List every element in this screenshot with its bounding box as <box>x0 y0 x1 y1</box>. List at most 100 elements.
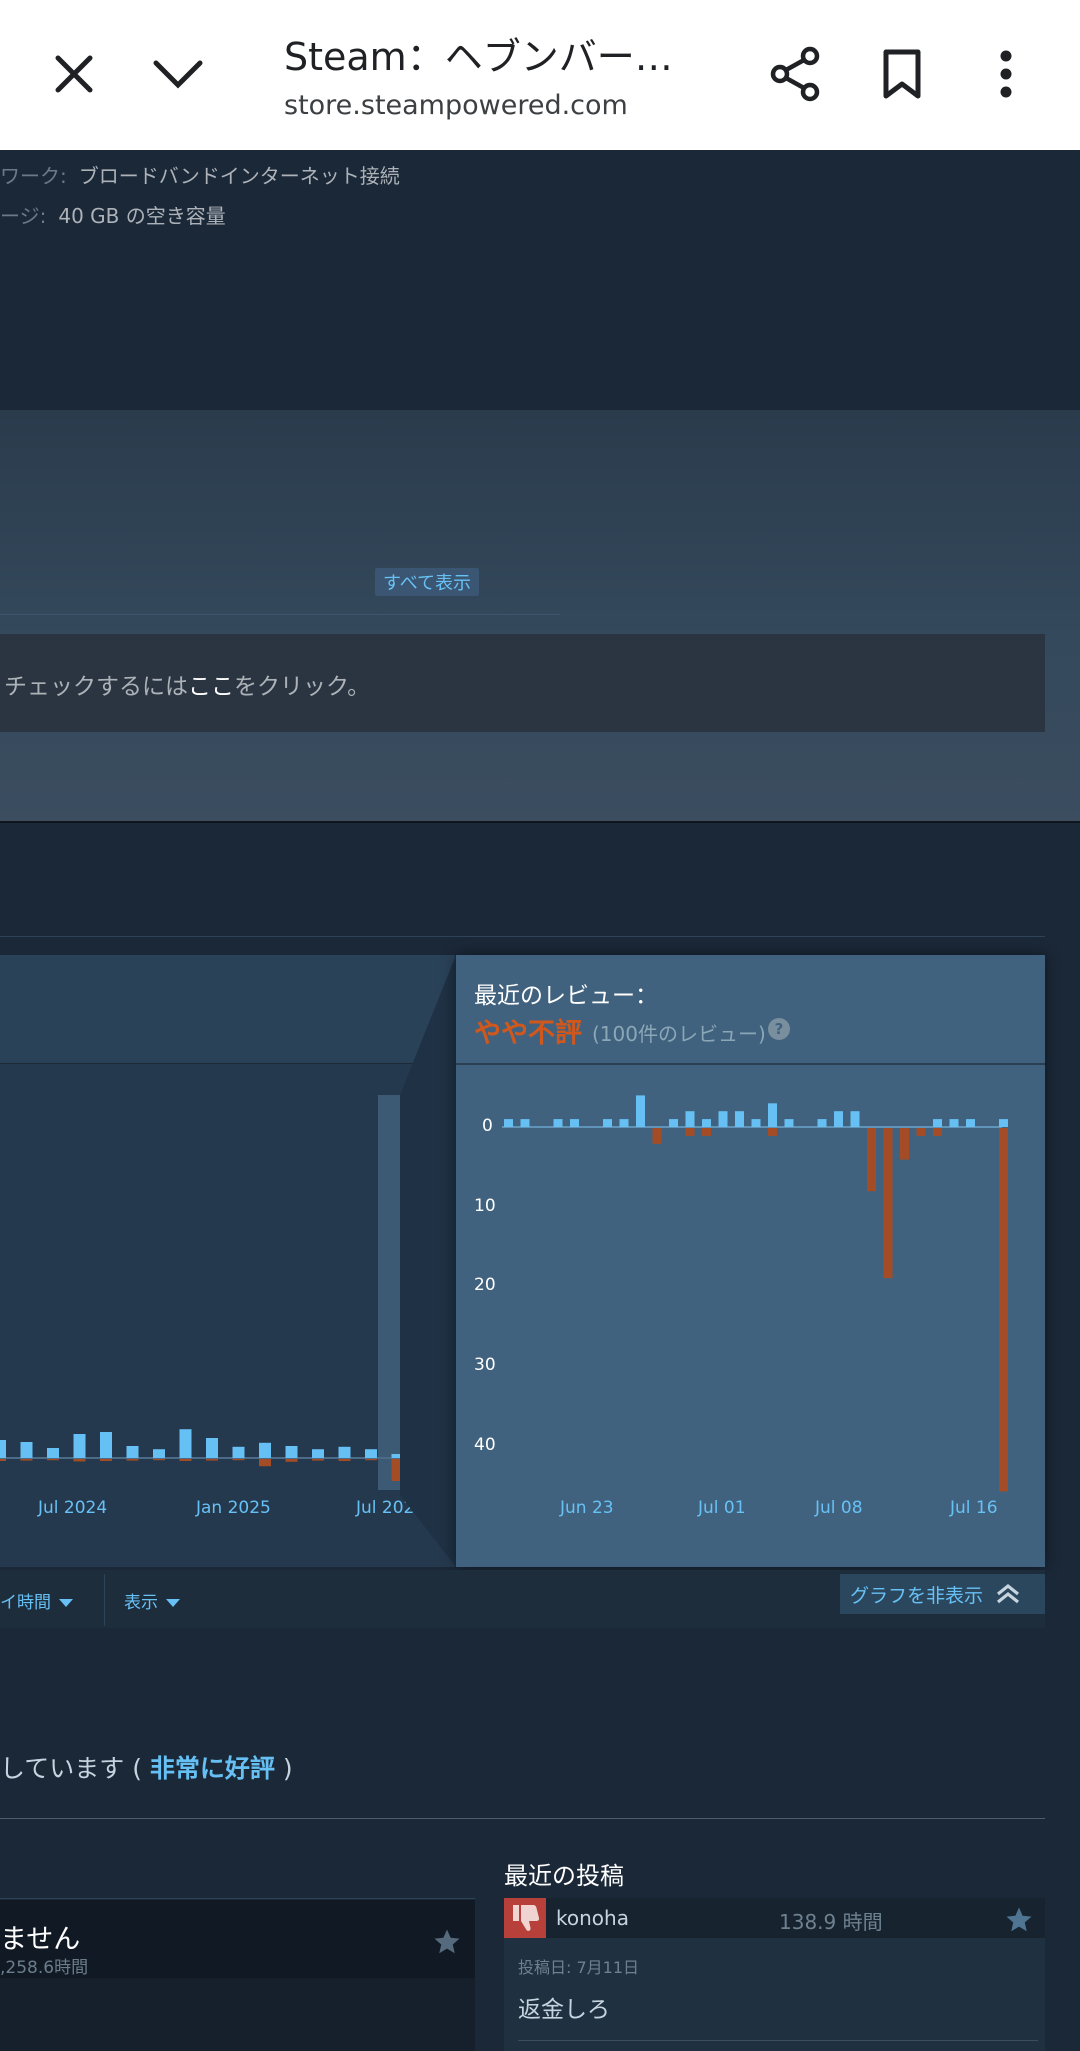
recent-positive-bar <box>685 1111 695 1127</box>
double-chevron-up-icon <box>997 1583 1020 1604</box>
recent-positive-bar <box>553 1119 563 1127</box>
overall-negative-bar <box>206 1459 218 1461</box>
recent-review-score: やや不評 <box>474 1018 582 1049</box>
recent-reviews-title: 最近のレビュー： <box>474 983 658 1009</box>
recent-negative-bar <box>702 1128 711 1136</box>
recent-positive-bar <box>520 1119 530 1127</box>
recent-positive-bar <box>834 1111 843 1127</box>
overall-review-summary: しています ( 非常に好評 ) <box>0 1749 293 1785</box>
x-tick-label: Jun 23 <box>560 1498 614 1518</box>
recent-negative-bar <box>916 1128 926 1136</box>
summary-prefix: しています ( <box>0 1754 150 1783</box>
recent-positive-bar <box>570 1119 579 1127</box>
overall-negative-bar <box>47 1459 59 1461</box>
section-divider <box>0 821 1080 823</box>
overall-negative-bar <box>153 1459 165 1461</box>
zoom-connector <box>400 955 456 1567</box>
overall-negative-bar <box>365 1459 377 1461</box>
overall-positive-bar <box>153 1449 165 1458</box>
overall-negative-bar <box>338 1459 351 1461</box>
x-tick-label: Jul 01 <box>698 1498 746 1518</box>
post-date: 投稿日: 7月11日 <box>518 1958 640 1977</box>
divider <box>0 1898 475 1899</box>
display-filter[interactable]: 表示 <box>124 1588 180 1613</box>
overall-negative-bar <box>20 1459 33 1461</box>
recent-negative-bar <box>652 1128 662 1144</box>
overall-histogram <box>0 1429 405 1481</box>
overall-negative-bar <box>285 1459 298 1462</box>
overall-positive-bar <box>179 1429 192 1458</box>
recent-negative-bar <box>900 1128 909 1160</box>
share-icon[interactable] <box>758 36 834 112</box>
x-tick-label: Jul 16 <box>950 1498 998 1518</box>
page-url[interactable]: store.steampowered.com <box>284 90 628 121</box>
check-here-link[interactable]: ここ <box>188 674 234 700</box>
recent-review-count: (100件のレビュー) <box>592 1022 766 1046</box>
playtime-filter-label: イ時間 <box>0 1593 51 1613</box>
recent-positive-bar <box>636 1095 645 1127</box>
recent-histogram <box>502 1095 1008 1492</box>
overall-positive-bar <box>338 1446 351 1458</box>
info-panel <box>0 410 1080 822</box>
filter-divider <box>104 1574 105 1626</box>
recent-negative-bar <box>768 1128 777 1136</box>
post-playtime: 138.9 時間 <box>779 1910 883 1934</box>
review-verdict: ません <box>0 1924 81 1955</box>
check-text-before: チェックするには <box>4 674 188 700</box>
overall-negative-bar <box>126 1459 139 1461</box>
recent-positive-bar <box>702 1119 711 1127</box>
divider <box>0 936 1045 937</box>
chevron-down-icon[interactable] <box>140 36 216 112</box>
overall-positive-bar <box>0 1440 6 1458</box>
overall-review-score[interactable]: 非常に好評 <box>150 1754 275 1783</box>
spec-storage: ージ: 40 GB の空き容量 <box>0 200 226 229</box>
recent-positive-bar <box>999 1119 1008 1127</box>
overall-positive-bar <box>312 1449 324 1458</box>
check-text-after: をクリック。 <box>234 674 371 700</box>
overall-negative-bar <box>0 1459 6 1461</box>
page-title[interactable]: Steam：ヘブンバー… <box>284 26 673 81</box>
overall-reviews-header <box>0 955 455 1064</box>
hide-graph-button[interactable]: グラフを非表示 <box>840 1574 1045 1614</box>
overall-negative-bar <box>73 1459 86 1462</box>
spec-label: ージ: <box>0 204 47 228</box>
close-icon[interactable] <box>36 36 112 112</box>
recent-negative-bar <box>933 1128 942 1136</box>
overall-positive-bar <box>232 1446 245 1458</box>
overall-negative-bar <box>312 1459 324 1461</box>
post-body: 返金しろ <box>518 1997 610 2023</box>
recent-positive-bar <box>966 1119 975 1127</box>
spec-value: 40 GB の空き容量 <box>58 204 226 228</box>
recent-positive-bar <box>850 1111 860 1127</box>
help-icon[interactable]: ? <box>768 1018 790 1040</box>
summary-suffix: ) <box>274 1754 293 1783</box>
recent-positive-bar <box>768 1103 777 1127</box>
overall-positive-bar <box>100 1432 112 1458</box>
region-check-text: チェックするにはここをクリック。 <box>4 667 370 701</box>
star-icon[interactable] <box>432 1927 462 1957</box>
overall-positive-bar <box>285 1446 298 1458</box>
bookmark-icon[interactable] <box>864 36 940 112</box>
more-vert-icon[interactable] <box>968 36 1044 112</box>
recent-negative-bar <box>883 1128 893 1279</box>
recent-negative-bar <box>999 1128 1008 1492</box>
recent-positive-bar <box>784 1119 794 1127</box>
spec-value: ブロードバンドインターネット接続 <box>78 164 400 188</box>
overall-positive-bar <box>73 1434 86 1458</box>
overall-positive-bar <box>365 1449 377 1458</box>
show-all-button[interactable]: すべて表示 <box>375 568 479 596</box>
recent-positive-bar <box>933 1119 942 1127</box>
post-username[interactable]: konoha <box>556 1906 629 1930</box>
divider <box>518 2040 1038 2041</box>
browser-top-bar: Steam：ヘブンバー… store.steampowered.com <box>0 0 1080 150</box>
recent-positive-bar <box>751 1119 761 1127</box>
caret-down-icon <box>166 1599 180 1607</box>
recent-negative-bar <box>685 1128 695 1136</box>
display-filter-label: 表示 <box>124 1593 158 1613</box>
recent-positive-bar <box>603 1119 612 1127</box>
overall-negative-bar <box>100 1459 112 1461</box>
star-icon[interactable] <box>1004 1905 1034 1935</box>
overall-positive-bar <box>47 1448 59 1458</box>
overall-positive-bar <box>206 1438 218 1458</box>
playtime-filter[interactable]: イ時間 <box>0 1588 73 1613</box>
